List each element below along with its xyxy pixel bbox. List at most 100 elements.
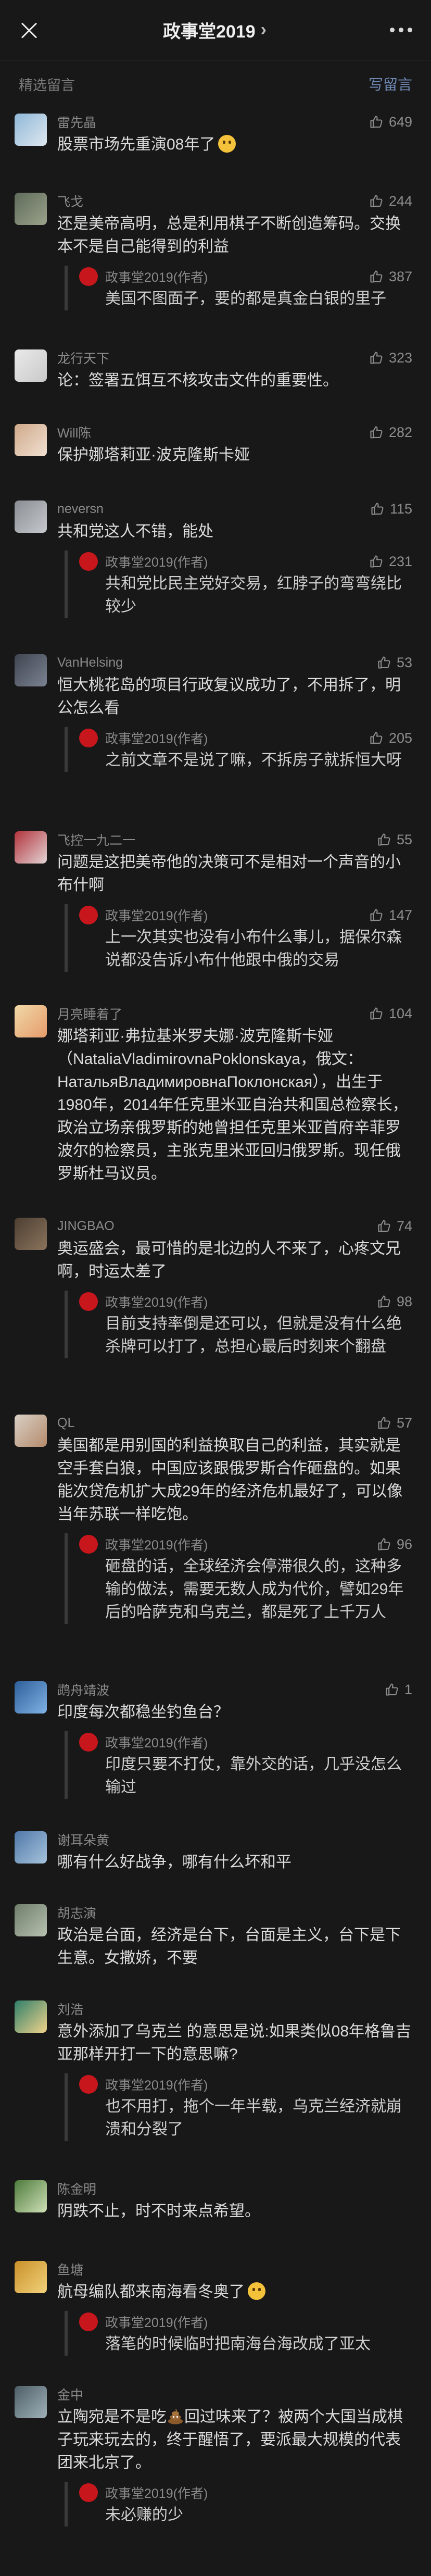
like-count: 57 [396, 1415, 412, 1431]
emoji-icon [218, 135, 236, 153]
author-reply: 政事堂2019(作者) 落笔的时候临时把南海台海改成了亚太 [65, 2311, 412, 2356]
commenter-name: 雷先晶 [57, 116, 97, 130]
like-count: 649 [388, 114, 412, 130]
like-count: 104 [388, 1005, 412, 1021]
avatar[interactable] [15, 831, 47, 864]
reply-like-button[interactable]: 387 [369, 269, 412, 285]
reply-author-name: 政事堂2019(作者) [105, 555, 208, 570]
comment-item[interactable]: 雷先晶 649 股票市场先重演08年了 [0, 110, 431, 156]
like-button[interactable]: 115 [370, 501, 412, 517]
like-button[interactable]: 53 [377, 655, 412, 671]
reply-author: 政事堂2019(作者) [79, 2312, 208, 2331]
comment-item[interactable]: 飞控一九二一 55 问题是这把美帝他的决策可不是相对一个声音的小布什啊 政事堂2019… [0, 828, 431, 972]
comment-body: 陈金明 阴跌不止，时不时来点希望。 [57, 2177, 412, 2223]
reply-text: 落笔的时候临时把南海台海改成了亚太 [105, 2335, 371, 2353]
top-bar: 政事堂2019 › [0, 0, 431, 60]
reply-text: 也不用打，拖个一年半载，乌克兰经济就崩溃和分裂了 [105, 2098, 402, 2138]
like-button[interactable]: 74 [377, 1218, 412, 1234]
avatar[interactable] [15, 1904, 47, 1936]
comment-item[interactable]: VanHelsing 53 恒大桃花岛的项目行政复议成功了，不用拆了，明公怎么看 政事… [0, 651, 431, 772]
commenter-name: 刘浩 [57, 2003, 84, 2017]
avatar[interactable] [15, 2000, 47, 2033]
comment-text: 政治是台面，经济是台下，台面是主义，台下是下生意。女撒娇，不要 [57, 1927, 401, 1967]
thumbs-up-icon [370, 352, 383, 364]
comment-header: 雷先晶 649 [57, 110, 412, 133]
avatar[interactable] [15, 1831, 47, 1864]
avatar[interactable] [15, 1218, 47, 1250]
author-reply: 政事堂2019(作者) 也不用打，拖个一年半载，乌克兰经济就崩溃和分裂了 [65, 2073, 412, 2141]
avatar[interactable] [15, 2386, 47, 2418]
comment-header: 飞控一九二一 55 [57, 828, 412, 851]
commenter-name: 鱼塘 [57, 2263, 84, 2278]
thumbs-up-icon [370, 195, 383, 207]
avatar[interactable] [15, 1005, 47, 1037]
reply-author: 政事堂2019(作者) [79, 1292, 208, 1311]
author-reply: 政事堂2019(作者) 147 上一次其实也没有小布什么事儿，据保尔森说都没告诉小布… [65, 904, 412, 972]
like-button[interactable]: 104 [369, 1006, 412, 1022]
reply-like-button[interactable]: 205 [369, 730, 412, 746]
avatar[interactable] [15, 2261, 47, 2293]
avatar[interactable] [15, 2180, 47, 2212]
comment-body: 飞控一九二一 55 问题是这把美帝他的决策可不是相对一个声音的小布什啊 政事堂2019… [57, 828, 412, 972]
like-button[interactable]: 55 [377, 832, 412, 848]
like-button[interactable]: 282 [369, 424, 412, 441]
comment-item[interactable]: JINGBAO 74 奥运盛会，最可惜的是北边的人不来了，心疼文兄啊，时运太差了 政事… [0, 1215, 431, 1358]
avatar[interactable] [15, 501, 47, 533]
avatar[interactable] [15, 349, 47, 382]
comment-item[interactable]: 胡志演 政治是台面，经济是台下，台面是主义，台下是下生意。女撒娇，不要 [0, 1901, 431, 1970]
comment-item[interactable]: 月亮睡着了 104 娜塔莉亚·弗拉基米罗夫娜·波克隆斯卡娅（NataliaVladi… [0, 1002, 431, 1185]
comment-item[interactable]: 陈金明 阴跌不止，时不时来点希望。 [0, 2177, 431, 2223]
avatar[interactable] [15, 114, 47, 146]
avatar[interactable] [15, 424, 47, 456]
like-count: 74 [396, 1218, 412, 1234]
like-button[interactable]: 649 [369, 114, 412, 130]
avatar[interactable] [15, 1681, 47, 1714]
like-button[interactable]: 323 [369, 350, 412, 366]
comment-item[interactable]: 谢耳朵黄 哪有什么好战争，哪有什么坏和平 [0, 1828, 431, 1874]
reply-header: 政事堂2019(作者) [79, 2482, 412, 2504]
like-button[interactable]: 244 [369, 193, 412, 209]
comment-item[interactable]: 飞戈 244 还是美帝高明，总是利用棋子不断创造筹码。交换本不是自己能得到的利益 政事… [0, 190, 431, 310]
avatar[interactable] [15, 193, 47, 225]
comment-header: 谢耳朵黄 [57, 1828, 412, 1851]
thumbs-up-icon [370, 116, 383, 128]
comment-item[interactable]: neversn 115 共和党这人不错，能处 政事堂2019(作者) 231 共和党比民主… [0, 497, 431, 618]
avatar[interactable] [15, 654, 47, 686]
reply-text: 未必赚的少 [105, 2506, 183, 2523]
write-comment-button[interactable]: 写留言 [369, 73, 412, 94]
commenter-name: 金中 [57, 2388, 84, 2403]
comment-text: 美国都是用别国的利益换取自己的利益，其实就是空手套白狼，中国应该跟俄罗斯合作砸盘… [57, 1437, 403, 1523]
comment-item[interactable]: 龙行天下 323 论：签署五饵互不核攻击文件的重要性。 [0, 346, 431, 392]
comment-body: 谢耳朵黄 哪有什么好战争，哪有什么坏和平 [57, 1828, 412, 1874]
avatar[interactable] [15, 1415, 47, 1447]
comment-item[interactable]: 刘浩意外添加了乌克兰 的意思是说:如果类似08年格鲁吉亚那样开打一下的意思嘛? 政… [0, 1997, 431, 2141]
reply-text: 上一次其实也没有小布什么事儿，据保尔森说都没告诉小布什他跟中俄的交易 [105, 929, 402, 969]
comment-text: 股票市场先重演08年了 [57, 133, 412, 156]
commenter-name: QL [57, 1415, 75, 1430]
reply-header: 政事堂2019(作者) 205 [79, 727, 412, 749]
close-icon[interactable] [19, 20, 40, 41]
comment-header: neversn 115 [57, 497, 412, 520]
comment-item[interactable]: 金中 立陶宛是不是吃 回过味来了？被两个大国当成棋子玩来玩去的，终于醒悟了，要派最大… [0, 2383, 431, 2527]
author-reply: 政事堂2019(作者) 231 共和党比民主党好交易，红脖子的弯弯绕比较少 [65, 551, 412, 618]
reply-like-button[interactable]: 96 [377, 1536, 412, 1553]
more-icon[interactable] [390, 28, 412, 32]
comment-text: 还是美帝高明，总是利用棋子不断创造筹码。交换本不是自己能得到的利益 [57, 215, 401, 255]
thumbs-up-icon [370, 1007, 383, 1020]
comment-item[interactable]: 鱼塘 航母编队都来南海看冬奥了 政事堂2019(作者) 落笔的时候临时把南海台海改成了… [0, 2258, 431, 2356]
reply-like-button[interactable]: 231 [369, 554, 412, 570]
like-button[interactable]: 57 [377, 1415, 412, 1431]
like-button[interactable]: 1 [385, 1682, 412, 1698]
comment-item[interactable]: 鹉舟靖波 1 印度每次都稳坐钓鱼台？ 政事堂2019(作者) 印度只要不打仗，靠外交的话… [0, 1678, 431, 1799]
comment-text: 意外添加了乌克兰 的意思是说:如果类似08年格鲁吉亚那样开打一下的意思嘛? [57, 2023, 412, 2063]
commenter-name: JINGBAO [57, 1218, 115, 1233]
page-title[interactable]: 政事堂2019 › [163, 17, 267, 43]
comment-text: 共和党这人不错，能处 [57, 523, 213, 540]
thumbs-up-icon [370, 270, 383, 283]
comment-item[interactable]: QL 57 美国都是用别国的利益换取自己的利益，其实就是空手套白狼，中国应该跟俄罗斯… [0, 1411, 431, 1624]
commenter-name: 月亮睡着了 [57, 1007, 123, 1022]
comment-header: 金中 [57, 2383, 412, 2406]
reply-like-button[interactable]: 147 [369, 907, 412, 923]
comment-item[interactable]: Will陈 282 保护娜塔莉亚·波克隆斯卡娅 [0, 421, 431, 467]
reply-like-button[interactable]: 98 [377, 1294, 412, 1310]
